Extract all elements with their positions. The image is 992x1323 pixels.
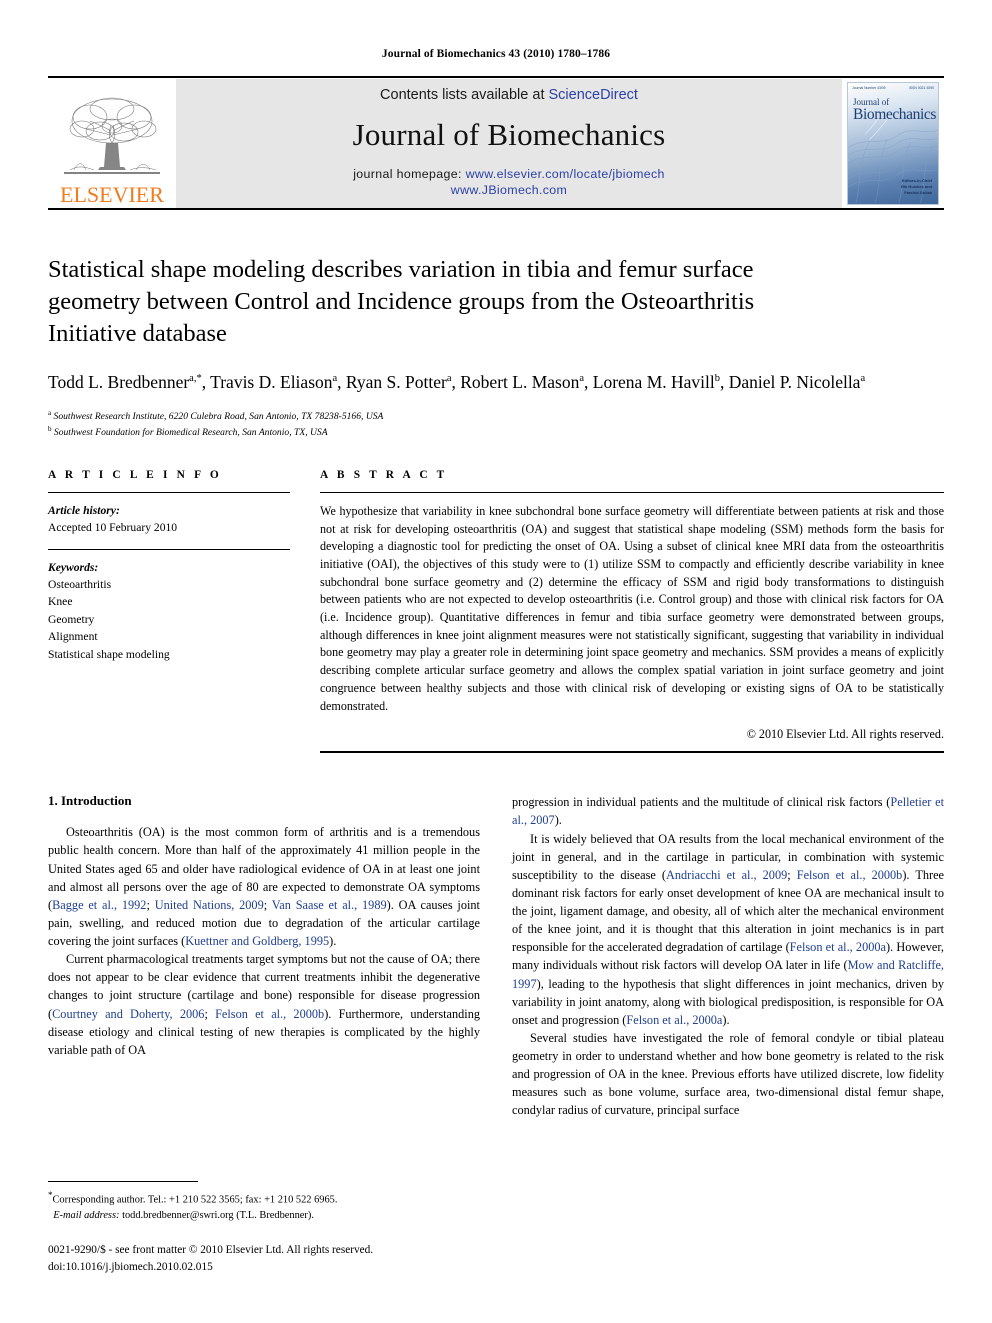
keyword-item: Knee: [48, 595, 73, 609]
keyword-item: Statistical shape modeling: [48, 647, 170, 661]
info-abstract-section: A R T I C L E I N F O Article history: A…: [48, 468, 944, 754]
doi-line: doi:10.1016/j.jbiomech.2010.02.015: [48, 1260, 213, 1273]
citation-link[interactable]: Pelletier et al., 2007: [512, 795, 944, 827]
contents-prefix: Contents lists available at: [380, 86, 549, 103]
keywords-block: Keywords: Osteoarthritis Knee Geometry A…: [48, 550, 290, 663]
homepage-url2-link[interactable]: www.JBiomech.com: [451, 183, 567, 197]
cover-title-line2: Biomechanics: [853, 106, 937, 123]
issn-line: 0021-9290/$ - see front matter © 2010 El…: [48, 1244, 374, 1257]
article-info-column: A R T I C L E I N F O Article history: A…: [48, 469, 320, 753]
footnote-area: *Corresponding author. Tel.: +1 210 522 …: [48, 1181, 480, 1275]
paragraph: Current pharmacological treatments targe…: [48, 952, 480, 1057]
cover-title: Journal of Biomechanics: [853, 98, 937, 123]
keywords-label: Keywords:: [48, 560, 99, 574]
abstract-rule-bottom: [320, 751, 944, 754]
journal-masthead: ELSEVIER Contents lists available at Sci…: [48, 79, 944, 208]
journal-cover-thumbnail: Journal Number 43/09 ISSN 0021-9290 Jour…: [842, 79, 944, 208]
page-title: Statistical shape modeling describes var…: [48, 256, 755, 347]
homepage-prefix: journal homepage:: [353, 166, 466, 181]
cover-image: Journal Number 43/09 ISSN 0021-9290 Jour…: [847, 82, 939, 205]
corresponding-author-note: *Corresponding author. Tel.: +1 210 522 …: [48, 1189, 480, 1223]
citation-link[interactable]: Felson et al., 2000b: [797, 868, 903, 882]
affiliation-a: a Southwest Research Institute, 6220 Cul…: [48, 408, 384, 422]
citation-link[interactable]: Felson et al., 2000b: [215, 1007, 324, 1021]
citation-link[interactable]: Felson et al., 2000a: [626, 1013, 722, 1027]
email-label: E-mail address:: [53, 1209, 120, 1221]
citation-link[interactable]: United Nations, 2009: [155, 898, 264, 912]
header-divider-top: [48, 76, 944, 78]
elsevier-wordmark: ELSEVIER: [60, 182, 164, 207]
sciencedirect-link[interactable]: ScienceDirect: [549, 87, 638, 103]
footnote-rule: [48, 1181, 198, 1183]
affiliation-b-text: Southwest Foundation for Biomedical Rese…: [53, 427, 328, 439]
affiliation-list: a Southwest Research Institute, 6220 Cul…: [48, 408, 944, 441]
citation-link[interactable]: Andriacchi et al., 2009: [666, 868, 787, 882]
affiliation-b: b Southwest Foundation for Biomedical Re…: [48, 425, 328, 439]
affiliation-a-text: Southwest Research Institute, 6220 Culeb…: [53, 410, 384, 422]
citation-link[interactable]: Courtney and Doherty, 2006: [52, 1007, 204, 1021]
keyword-item: Geometry: [48, 612, 95, 626]
abstract-column: A B S T R A C T We hypothesize that vari…: [320, 468, 944, 754]
journal-title: Journal of Biomechanics: [352, 116, 666, 152]
corresponding-author-text: Corresponding author. Tel.: +1 210 522 3…: [52, 1194, 338, 1206]
body-column-left: 1. Introduction Osteoarthritis (OA) is t…: [48, 793, 480, 1119]
citation-link[interactable]: Felson et al., 2000a: [790, 940, 886, 954]
keyword-item: Alignment: [48, 630, 98, 644]
paragraph: It is widely believed that OA results fr…: [512, 831, 944, 1027]
homepage-url-link[interactable]: www.elsevier.com/locate/jbiomech: [466, 167, 665, 181]
imprint-block: 0021-9290/$ - see front matter © 2010 El…: [48, 1242, 480, 1275]
article-history-block: Article history: Accepted 10 February 20…: [48, 493, 290, 537]
article-history-label: Article history:: [48, 503, 120, 517]
running-head: Journal of Biomechanics 43 (2010) 1780–1…: [381, 48, 611, 60]
paragraph: Several studies have investigated the ro…: [512, 1030, 944, 1118]
journal-homepage-line: journal homepage: www.elsevier.com/locat…: [353, 166, 665, 199]
section-heading-introduction: 1. Introduction: [48, 793, 132, 809]
title-block: Statistical shape modeling describes var…: [48, 210, 944, 441]
body-column-right: progression in individual patients and t…: [512, 793, 944, 1119]
citation-link[interactable]: Kuettner and Goldberg, 1995: [185, 934, 329, 948]
body-columns: 1. Introduction Osteoarthritis (OA) is t…: [48, 793, 944, 1119]
cover-issn-label: ISSN 0021-9290: [908, 86, 934, 90]
cover-editors: Editors-in-Chief Rik Huiskes and Farshid…: [901, 178, 932, 196]
cover-topbar: Journal Number 43/09 ISSN 0021-9290: [852, 86, 934, 90]
cover-editor-line3: Farshid Guilak: [904, 190, 932, 195]
paragraph: Osteoarthritis (OA) is the most common f…: [48, 825, 480, 949]
masthead-center: Contents lists available at ScienceDirec…: [176, 79, 842, 208]
citation-link[interactable]: Bagge et al., 1992: [52, 898, 146, 912]
abstract-copyright: © 2010 Elsevier Ltd. All rights reserved…: [746, 727, 944, 742]
abstract-text: We hypothesize that variability in knee …: [320, 503, 944, 713]
contents-available-line: Contents lists available at ScienceDirec…: [380, 87, 638, 103]
article-history-value: Accepted 10 February 2010: [48, 521, 178, 535]
elsevier-logo: ELSEVIER: [48, 79, 176, 208]
citation-link[interactable]: Van Saase et al., 1989: [272, 898, 387, 912]
cover-volume-label: Journal Number 43/09: [852, 86, 886, 90]
keyword-item: Osteoarthritis: [48, 578, 112, 591]
elsevier-tree-icon: [64, 97, 160, 174]
abstract-heading: A B S T R A C T: [320, 468, 448, 481]
article-page: Journal of Biomechanics 43 (2010) 1780–1…: [0, 0, 992, 1323]
paragraph: progression in individual patients and t…: [512, 795, 944, 828]
email-value[interactable]: todd.bredbenner@swri.org (T.L. Bredbenne…: [122, 1210, 314, 1221]
article-info-heading: A R T I C L E I N F O: [48, 468, 222, 481]
author-list: Todd L. Bredbennera,*, Travis D. Eliason…: [48, 371, 866, 392]
citation-link[interactable]: Mow and Ratcliffe, 1997: [512, 958, 944, 990]
